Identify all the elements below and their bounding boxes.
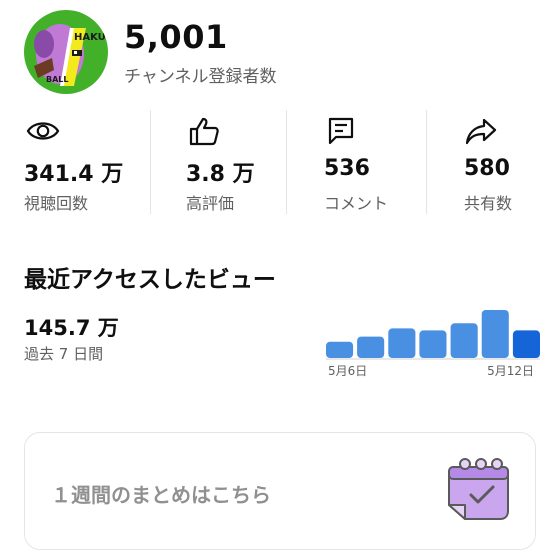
chart-bar [419,330,447,358]
eye-icon [26,122,60,140]
thumbs-up-icon [189,117,219,146]
weekly-summary-card[interactable]: １週間のまとめはこちら [24,432,536,550]
stats-divider [150,110,151,214]
subscriber-label: チャンネル登録者数 [124,67,277,87]
stat-comments[interactable]: 536 コメント [324,110,420,214]
stat-views[interactable]: 341.4 万 視聴回数 [24,110,148,214]
recent-views-period: 過去 7 日間 [24,345,104,363]
avatar-image: HAKUTO BALL [24,10,108,94]
chart-bar [450,323,478,358]
stat-shares-value: 580 [464,156,510,181]
weekly-summary-text: １週間のまとめはこちら [51,483,271,507]
chart-bar [357,336,385,358]
stat-comments-label: コメント [324,194,389,213]
recent-views-value: 145.7 万 [24,316,119,340]
chart-bars [326,310,540,360]
recent-views-chart[interactable]: 5月6日 5月12日 [326,300,540,384]
stat-views-label: 視聴回数 [24,194,89,213]
chart-bar [388,328,416,358]
subscriber-count: 5,001 [124,18,228,56]
channel-avatar[interactable]: HAKUTO BALL [24,10,108,94]
stat-comments-value: 536 [324,156,370,181]
chart-tick-end: 5月12日 [487,364,534,378]
calendar-check-icon [448,458,509,520]
stat-shares-label: 共有数 [464,194,513,213]
comment-icon [328,117,354,145]
recent-views-title: 最近アクセスしたビュー [24,267,276,293]
stat-likes-value: 3.8 万 [186,162,255,187]
stat-shares[interactable]: 580 共有数 [464,110,560,214]
share-icon [465,118,497,145]
chart-bar [481,310,509,358]
stats-divider [286,110,287,214]
stat-likes-label: 高評価 [186,194,235,213]
chart-bar [512,330,540,358]
stats-divider [426,110,427,214]
stat-likes[interactable]: 3.8 万 高評価 [186,110,282,214]
chart-tick-start: 5月6日 [328,364,368,378]
stats-row: 341.4 万 視聴回数 3.8 万 高評価 536 コメント 580 共有数 [0,110,560,214]
chart-bar [326,341,354,358]
avatar-text-bottom: BALL [46,75,68,84]
avatar-text-top: HAKUTO [74,32,108,43]
stat-views-value: 341.4 万 [24,162,124,187]
